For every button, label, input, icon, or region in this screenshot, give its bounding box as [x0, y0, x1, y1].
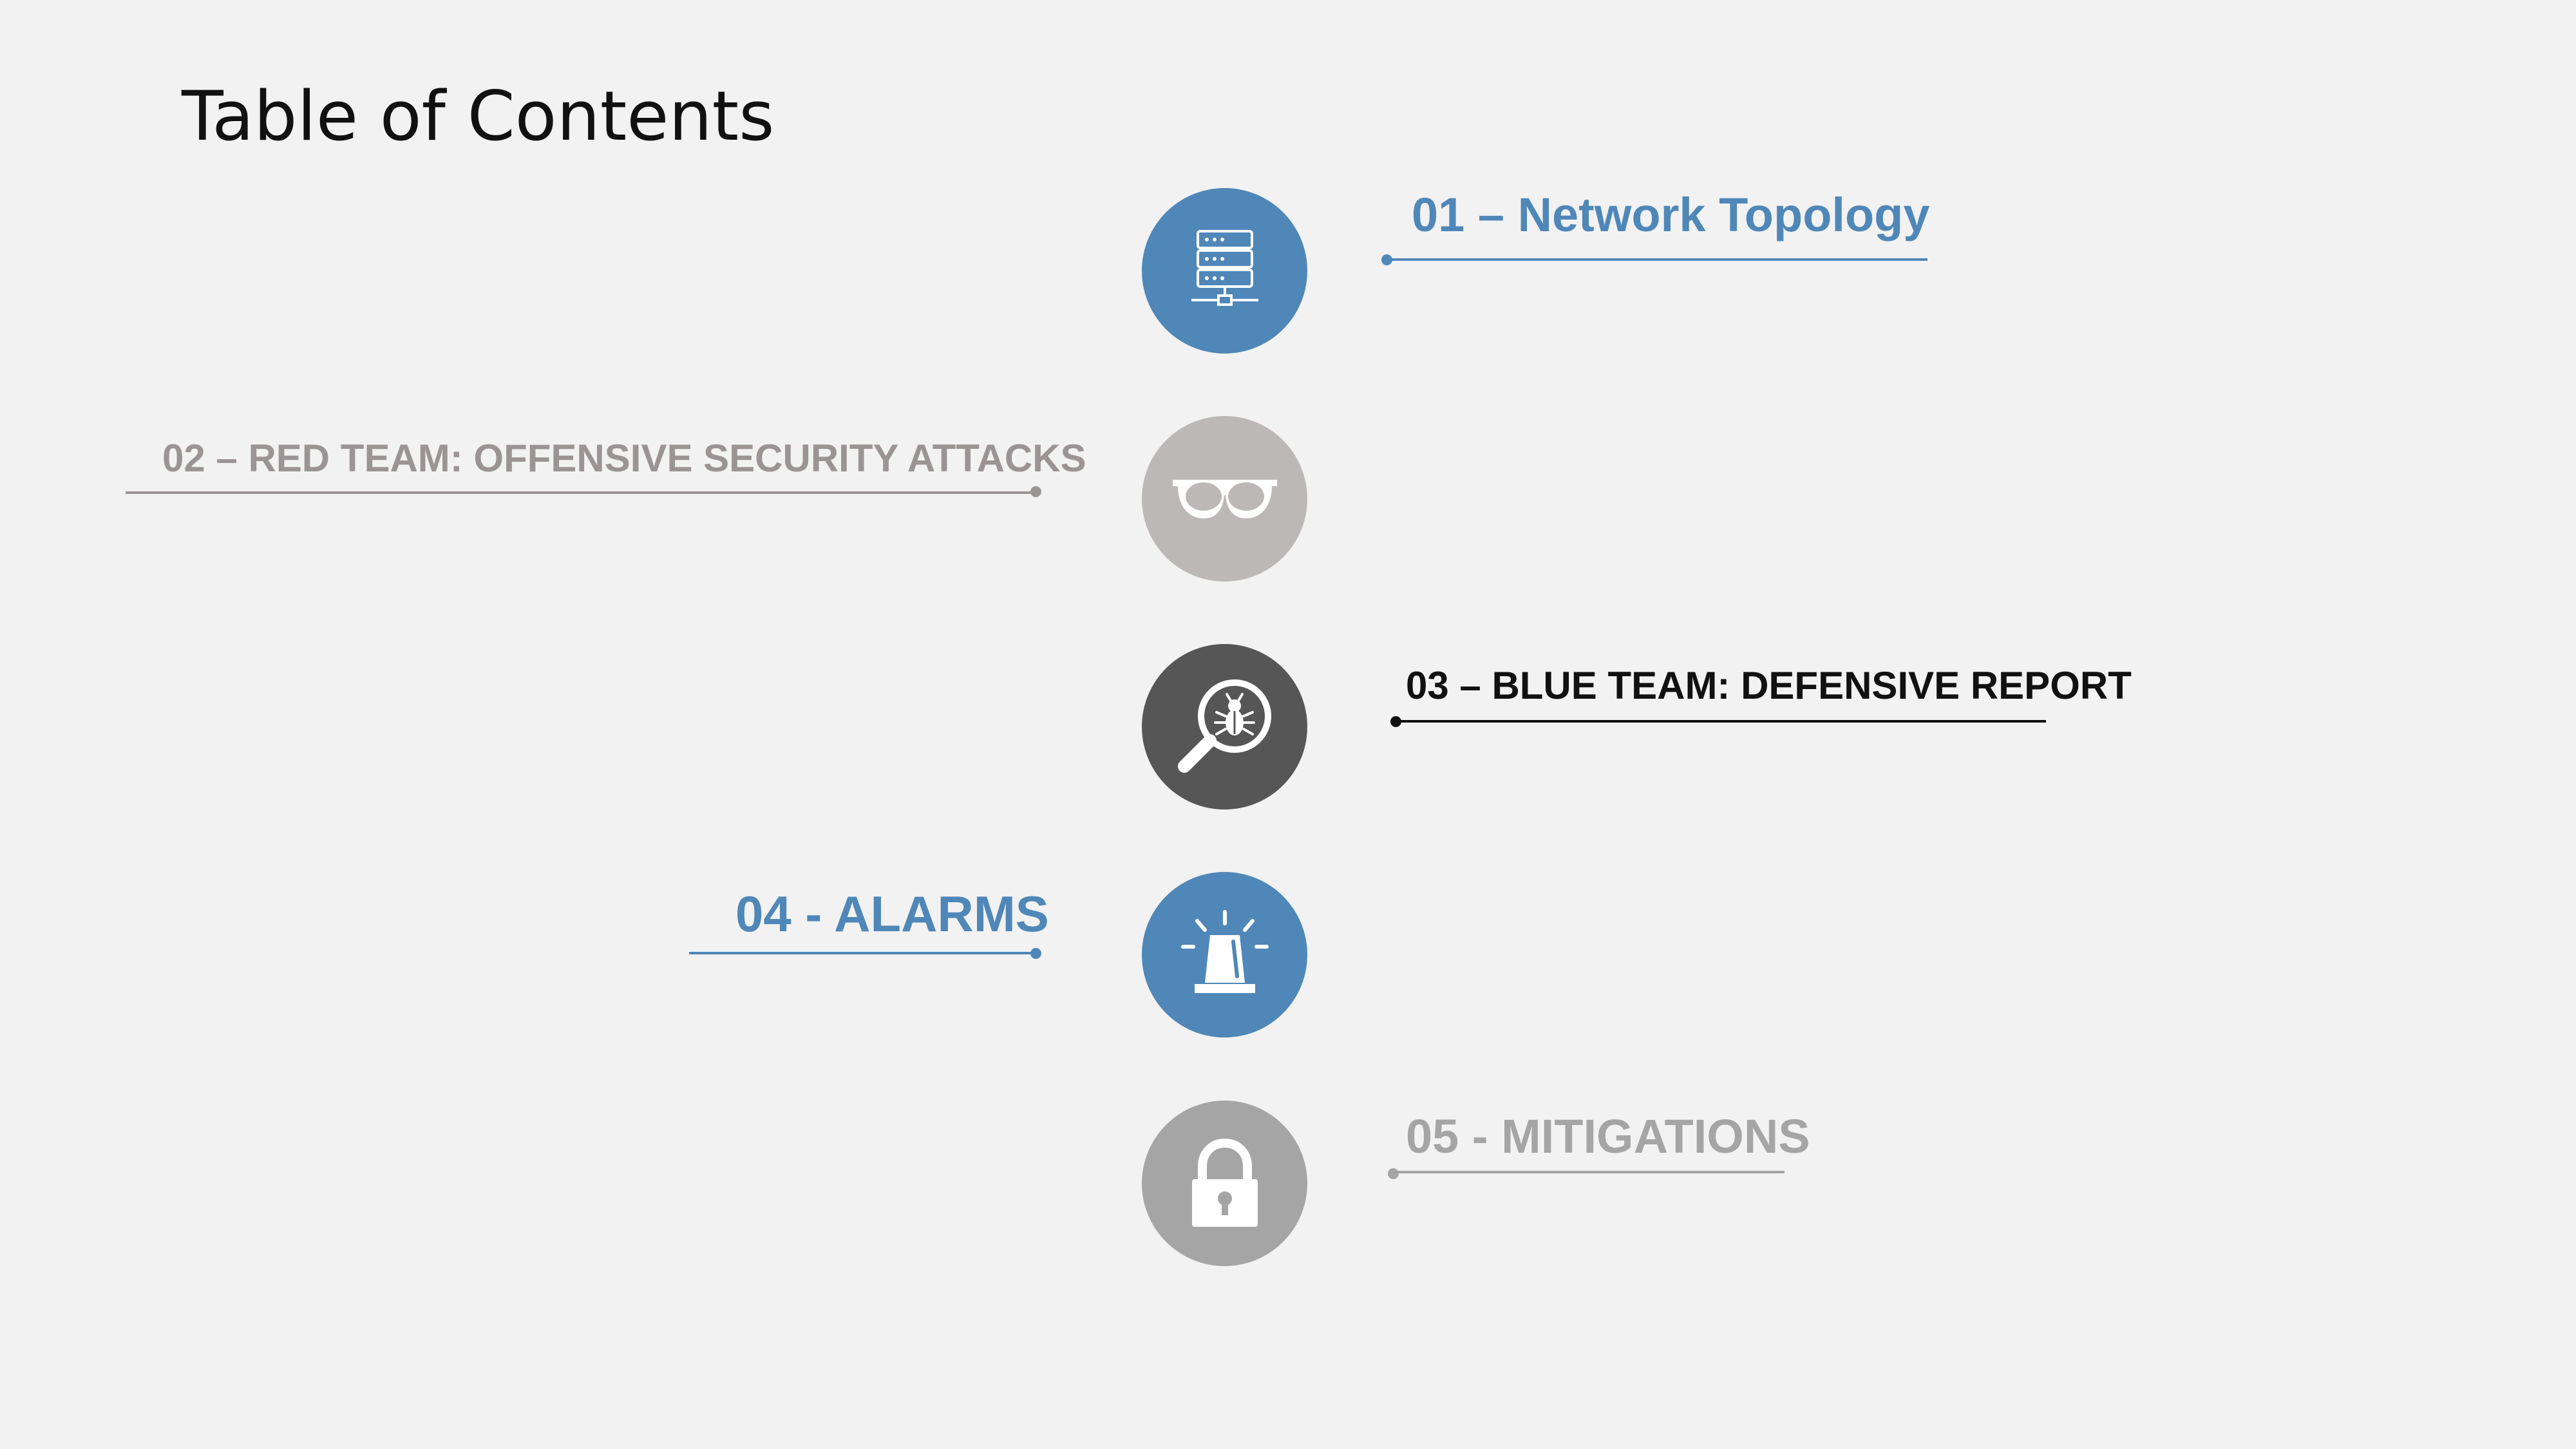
item-05-dot	[1388, 1168, 1399, 1179]
item-05-label[interactable]: 05 - MITIGATIONS	[1406, 1113, 1810, 1160]
item-01-underline	[1387, 258, 1927, 261]
item-04-circle	[1142, 872, 1307, 1037]
item-04-label[interactable]: 04 - ALARMS	[735, 889, 1049, 939]
item-02-label[interactable]: 02 – RED TEAM: OFFENSIVE SECURITY ATTACK…	[162, 439, 1086, 478]
item-01-label[interactable]: 01 – Network Topology	[1412, 191, 1930, 239]
item-01-dot	[1381, 254, 1392, 265]
item-01-circle	[1142, 188, 1307, 354]
item-02-circle	[1142, 416, 1307, 582]
item-03-label[interactable]: 03 – BLUE TEAM: DEFENSIVE REPORT	[1406, 667, 2132, 705]
item-03-underline	[1396, 720, 2046, 723]
item-05-circle	[1142, 1101, 1307, 1266]
alarm-beacon-icon	[1180, 909, 1269, 993]
glasses-icon	[1172, 479, 1277, 518]
server-icon	[1191, 229, 1258, 306]
bug-search-icon	[1177, 679, 1271, 773]
slide: Table of Contents 01 – Network Topology	[0, 0, 2576, 1449]
item-05-underline	[1393, 1171, 1785, 1173]
item-03-dot	[1390, 716, 1401, 727]
item-02-dot	[1030, 486, 1041, 497]
item-04-dot	[1030, 948, 1041, 959]
item-03-circle	[1142, 644, 1307, 810]
padlock-icon	[1191, 1138, 1258, 1227]
item-02-underline	[126, 491, 1036, 494]
item-04-underline	[689, 952, 1036, 954]
page-title: Table of Contents	[182, 77, 775, 156]
